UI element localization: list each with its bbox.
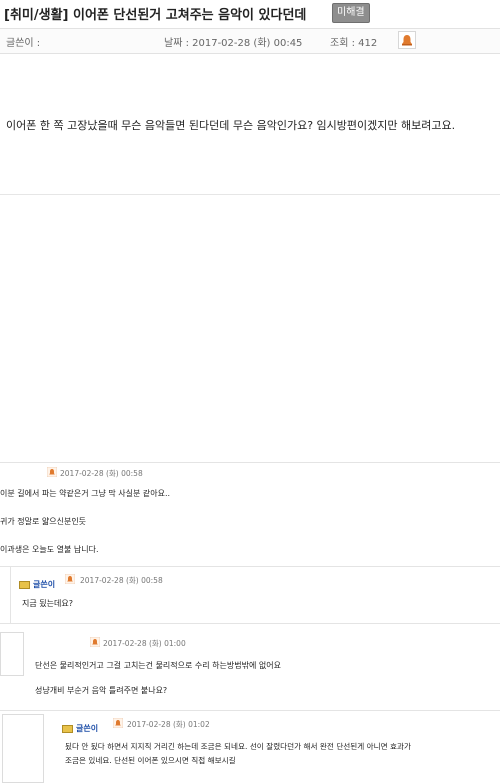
- comment-item: 글쓴이 2017-02-28 (화) 01:02 됬다 안 됬다 하면서 지지직…: [50, 711, 500, 783]
- bell-icon[interactable]: [90, 637, 100, 647]
- comment-text: 이분 길에서 파는 약같은거 그냥 막 사실분 같아요..: [0, 489, 171, 498]
- bell-icon: [402, 35, 412, 46]
- author-badge[interactable]: 글쓴이: [62, 718, 98, 733]
- author-tag-icon: [62, 724, 73, 733]
- bell-icon[interactable]: [47, 467, 57, 477]
- comment-item: 2017-02-28 (화) 00:58 이분 길에서 파는 약같은거 그냥 막…: [0, 463, 500, 566]
- comment-text: 귀가 정말로 얇으신분인듯: [0, 517, 87, 526]
- comment-text: 됬다 안 됬다 하면서 지지직 거리긴 하는데 조금은 되네요. 선이 잘렸다던…: [65, 742, 412, 751]
- status-badge[interactable]: 미해결: [332, 3, 370, 23]
- comment-date: 2017-02-28 (화) 00:58: [80, 576, 163, 585]
- comment-text: 단선은 물리적인거고 그걸 고치는건 물리적으로 수리 하는방법밖에 없어요: [35, 661, 281, 670]
- comment-date: 2017-02-28 (화) 00:58: [60, 469, 143, 478]
- comment-item: 2017-02-28 (화) 01:00 단선은 물리적인거고 그걸 고치는건 …: [30, 624, 500, 710]
- report-button[interactable]: [398, 31, 416, 49]
- reply-indent-line: [10, 567, 11, 623]
- comment-text: 조금은 있네요. 단선된 이어폰 있으시면 직접 해보시길: [65, 756, 236, 765]
- comment-date: 2017-02-28 (화) 01:02: [127, 720, 210, 729]
- author-badge[interactable]: 글쓴이: [19, 574, 55, 589]
- avatar: [0, 632, 24, 676]
- bell-icon[interactable]: [65, 574, 75, 584]
- bell-icon[interactable]: [113, 718, 123, 728]
- author-tag-icon: [19, 580, 30, 589]
- comment-text: 성냥개비 부순거 음악 틀려주면 붙나요?: [35, 686, 168, 695]
- date-label: 날짜 : 2017-02-28 (화) 00:45: [164, 38, 303, 49]
- comment-text: 이과생은 오늘도 열불 납니다.: [0, 545, 99, 554]
- author-label: 글쓴이 :: [6, 38, 41, 49]
- post-meta-row: 글쓴이 : 날짜 : 2017-02-28 (화) 00:45 조회 : 412: [0, 28, 500, 54]
- comment-author: 글쓴이: [76, 724, 99, 733]
- post-title: [취미/생활] 이어폰 단선된거 고쳐주는 음악이 있다던데: [4, 8, 307, 23]
- comment-text: 지금 됬는데요?: [22, 599, 73, 608]
- comment-item: 글쓴이 2017-02-28 (화) 00:58 지금 됬는데요?: [12, 567, 500, 623]
- title-bar: [취미/생활] 이어폰 단선된거 고쳐주는 음악이 있다던데 미해결: [0, 0, 500, 26]
- divider: [0, 194, 500, 195]
- comment-author: 글쓴이: [33, 580, 56, 589]
- comment-date: 2017-02-28 (화) 01:00: [103, 639, 186, 648]
- views-label: 조회 : 412: [330, 38, 378, 49]
- avatar: [2, 714, 44, 783]
- post-body: 이어폰 한 쪽 고장났을때 무슨 음악들면 된다던데 무슨 음악인가요? 임시방…: [6, 119, 456, 132]
